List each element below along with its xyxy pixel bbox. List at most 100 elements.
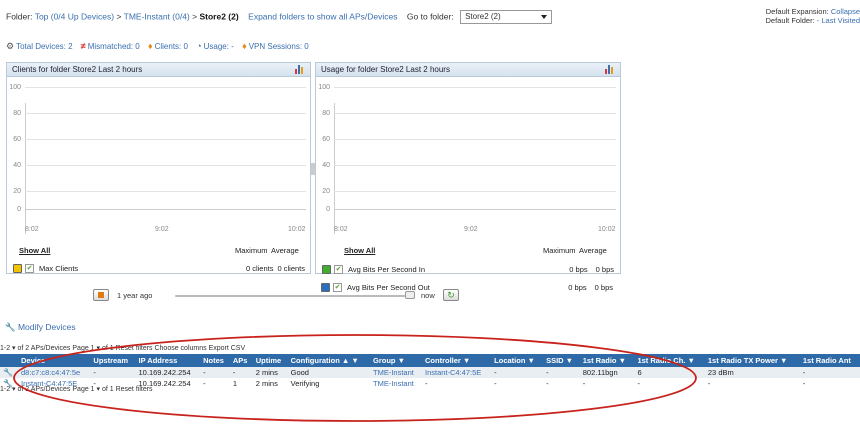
y-tick-label: 80 (322, 110, 330, 117)
modify-devices-link[interactable]: 🔧 Modify Devices (5, 322, 76, 333)
breadcrumb-top-link[interactable]: Top (0/4 Up Devices) (35, 11, 114, 21)
column-header[interactable]: Location ▼ (491, 354, 544, 367)
gridline (334, 139, 616, 140)
device-name-link[interactable]: d8:c7:c8:c4:47:5e (18, 367, 91, 378)
table-cell: 2 mins (252, 367, 288, 378)
table-cell: Good (287, 367, 370, 378)
breadcrumb-separator: > (116, 11, 122, 22)
y-tick-label: 100 (318, 84, 330, 91)
gridline (25, 139, 306, 140)
folder-label: Folder: (6, 11, 33, 22)
wrench-icon[interactable]: 🔧 (3, 368, 13, 377)
chevron-down-icon (541, 15, 548, 19)
series-color-swatch[interactable] (322, 265, 331, 274)
vpn-sessions-link[interactable]: VPN Sessions: 0 (249, 42, 309, 51)
legend-row-bits-in: ✔ Avg Bits Per Second In 0 bps 0 bps (322, 265, 614, 274)
x-tick-label: 8:02 (334, 226, 348, 233)
column-header[interactable]: Controller ▼ (422, 354, 492, 367)
usage-plot-area: 100 80 60 40 20 0 (316, 79, 620, 234)
column-header[interactable]: SSID ▼ (543, 354, 580, 367)
controller-link[interactable]: Instant-C4:47:5E (422, 367, 492, 378)
default-expansion-link[interactable]: Collapse (831, 7, 860, 16)
column-header[interactable]: Notes (200, 354, 230, 367)
devices-icon: ⚙ (6, 41, 15, 51)
table-cell: 6 (634, 367, 705, 378)
usage-link[interactable]: Usage: - (204, 42, 234, 51)
group-link[interactable]: TME-Instant (369, 378, 422, 389)
y-tick-label: 0 (17, 206, 21, 213)
table-cell: - (491, 367, 544, 378)
table-cell: - (634, 378, 705, 389)
column-header[interactable]: Device (18, 354, 91, 367)
vpn-icon: ♦ (242, 41, 247, 51)
column-header[interactable]: Upstream (90, 354, 136, 367)
column-header[interactable]: APs (229, 354, 253, 367)
breadcrumb-current: Store2 (2) (199, 11, 239, 22)
timeline-start-label: 1 year ago (117, 291, 153, 300)
table-cell: - (200, 378, 230, 389)
column-header[interactable]: Configuration ▲ ▼ (287, 354, 370, 367)
usage-panel-title: Usage for folder Store2 Last 2 hours (321, 65, 450, 74)
column-header (0, 354, 18, 367)
show-all-link[interactable]: Show All (344, 246, 375, 255)
y-tick-label: 100 (9, 84, 21, 91)
goto-folder-value: Store2 (2) (465, 12, 501, 21)
table-cell: - (200, 367, 230, 378)
table-row: 🔧 d8:c7:c8:c4:47:5e - 10.169.242.254 - -… (0, 367, 860, 378)
timeline-track[interactable] (175, 295, 407, 297)
mismatched-link[interactable]: Mismatched: 0 (88, 42, 140, 51)
column-header[interactable]: 1st Radio Ant (799, 354, 860, 367)
default-folder-link[interactable]: - Last Visited (817, 16, 860, 25)
timeline-end-label: now (421, 291, 435, 300)
breadcrumb-tme-instant-link[interactable]: TME-Instant (0/4) (124, 11, 190, 21)
table-cell: 802.11bgn (579, 367, 635, 378)
column-header[interactable]: Uptime (252, 354, 288, 367)
plot-y-axis (334, 103, 616, 234)
folder-stats: ⚙ Total Devices: 2 ≠ Mismatched: 0 ♦ Client… (6, 41, 309, 52)
checkbox-checked-icon[interactable]: ✔ (334, 265, 343, 274)
y-tick-label: 40 (322, 162, 330, 169)
series-avg: 0 clients (277, 264, 305, 273)
checkbox-checked-icon[interactable]: ✔ (25, 264, 34, 273)
pager-bottom[interactable]: 1-2 ▾ of 2 APs/Devices Page 1 ▾ of 1 Res… (0, 385, 153, 393)
column-header[interactable]: 1st Radio TX Power ▼ (704, 354, 800, 367)
timeline-handle[interactable] (405, 291, 415, 299)
refresh-icon[interactable]: ↻ (443, 289, 459, 301)
expand-folders-link[interactable]: Expand folders to show all APs/Devices (248, 11, 397, 21)
table-cell: - (579, 378, 635, 389)
col-maximum: Maximum (235, 246, 268, 255)
gridline (334, 191, 616, 192)
y-tick-label: 0 (326, 206, 330, 213)
calendar-button[interactable] (93, 289, 109, 301)
default-settings: Default Expansion: Collapse Default Fold… (765, 7, 860, 25)
x-axis (334, 209, 616, 210)
table-cell: 1 (229, 378, 253, 389)
goto-folder-select[interactable]: Store2 (2) (460, 10, 553, 24)
column-header[interactable]: 1st Radio ▼ (579, 354, 635, 367)
gridline (25, 165, 306, 166)
series-max: 0 bps (568, 283, 587, 292)
devices-table: Device Upstream IP Address Notes APs Upt… (0, 354, 860, 389)
column-header[interactable]: 1st Radio Ch. ▼ (634, 354, 705, 367)
series-max: 0 bps (569, 265, 588, 274)
gridline (334, 87, 616, 88)
column-header[interactable]: Group ▼ (369, 354, 422, 367)
chart-icon[interactable] (295, 65, 304, 74)
show-all-link[interactable]: Show All (19, 246, 50, 255)
gridline (25, 113, 306, 114)
chart-icon[interactable] (605, 65, 614, 74)
clients-chart-panel: Clients for folder Store2 Last 2 hours 1… (6, 62, 315, 274)
table-cell: - (704, 378, 800, 389)
col-average: Average (579, 246, 607, 255)
clients-icon: ♦ (148, 41, 153, 51)
group-link[interactable]: TME-Instant (369, 367, 422, 378)
column-header[interactable]: IP Address (135, 354, 201, 367)
usage-panel-header: Usage for folder Store2 Last 2 hours (316, 63, 620, 77)
total-devices-link[interactable]: Total Devices: 2 (16, 42, 72, 51)
goto-folder-label: Go to folder: (406, 11, 454, 22)
clients-link[interactable]: Clients: 0 (155, 42, 188, 51)
row-edit-cell[interactable]: 🔧 (0, 367, 18, 378)
pager-top[interactable]: 1-2 ▾ of 2 APs/Devices Page 1 ▾ of 1 Res… (0, 344, 245, 352)
series-color-swatch[interactable] (13, 264, 22, 273)
table-cell: - (229, 367, 253, 378)
